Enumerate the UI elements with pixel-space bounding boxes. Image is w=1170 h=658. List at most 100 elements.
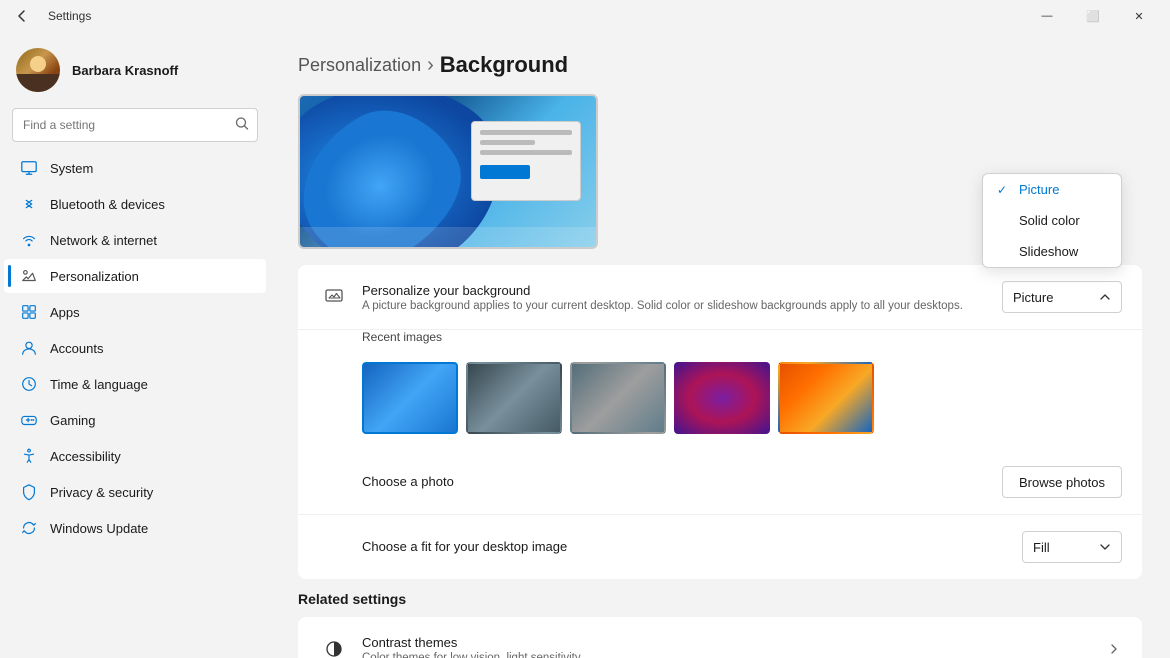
desktop-preview — [298, 94, 598, 249]
sidebar-item-accounts[interactable]: Accounts — [4, 331, 266, 365]
breadcrumb-parent[interactable]: Personalization — [298, 55, 421, 76]
sidebar-item-time-label: Time & language — [50, 377, 148, 392]
personalize-background-desc: A picture background applies to your cur… — [362, 300, 1002, 312]
close-button[interactable]: ✕ — [1116, 0, 1162, 32]
accounts-icon — [20, 339, 38, 357]
username: Barbara Krasnoff — [72, 63, 178, 78]
browse-photos-button[interactable]: Browse photos — [1002, 466, 1122, 498]
window-title: Settings — [48, 9, 91, 23]
sidebar-item-network[interactable]: Network & internet — [4, 223, 266, 257]
dropdown-option-slideshow[interactable]: Slideshow — [983, 236, 1121, 267]
network-icon — [20, 231, 38, 249]
breadcrumb-separator: › — [427, 54, 434, 77]
sidebar-item-system[interactable]: System — [4, 151, 266, 185]
background-type-dropdown-container: Picture ✓ Picture — [1002, 281, 1122, 313]
privacy-icon — [20, 483, 38, 501]
sidebar-item-gaming[interactable]: Gaming — [4, 403, 266, 437]
preview-taskbar — [300, 227, 596, 247]
sidebar-item-time[interactable]: Time & language — [4, 367, 266, 401]
main-content: Personalization › Background — [270, 32, 1170, 658]
thumbnail-3[interactable] — [570, 362, 666, 434]
maximize-button[interactable]: ⬜ — [1070, 0, 1116, 32]
choose-fit-text: Choose a fit for your desktop image — [318, 539, 1022, 556]
sidebar-item-bluetooth[interactable]: Bluetooth & devices — [4, 187, 266, 221]
related-settings-title: Related settings — [298, 591, 1142, 607]
avatar — [16, 48, 60, 92]
minimize-button[interactable]: — — [1024, 0, 1070, 32]
browse-photos-control: Browse photos — [1002, 466, 1122, 498]
fit-dropdown-control: Fill — [1022, 531, 1122, 563]
preview-dialog — [471, 121, 581, 201]
background-type-dropdown[interactable]: Picture — [1002, 281, 1122, 313]
sidebar-item-accounts-label: Accounts — [50, 341, 103, 356]
dialog-line-1 — [480, 130, 572, 135]
preview-wallpaper — [298, 94, 500, 249]
contrast-themes-icon — [318, 633, 350, 658]
dialog-button-mock — [480, 165, 530, 179]
recent-images-row — [298, 350, 1142, 450]
dropdown-option-solid-label: Solid color — [1019, 213, 1080, 228]
personalize-background-row: Personalize your background A picture ba… — [298, 265, 1142, 330]
sidebar-item-update[interactable]: Windows Update — [4, 511, 266, 545]
background-type-dropdown-menu: ✓ Picture Solid color Slideshow — [982, 173, 1122, 268]
check-icon: ✓ — [997, 183, 1011, 197]
chevron-right-icon — [1106, 641, 1122, 657]
chevron-up-icon — [1099, 291, 1111, 303]
personalize-background-title: Personalize your background — [362, 283, 1002, 298]
time-icon — [20, 375, 38, 393]
thumbnail-1[interactable] — [362, 362, 458, 434]
contrast-themes-title: Contrast themes — [362, 635, 1106, 650]
sidebar-item-apps-label: Apps — [50, 305, 80, 320]
back-button[interactable] — [8, 2, 36, 30]
personalization-icon — [20, 267, 38, 285]
fit-dropdown[interactable]: Fill — [1022, 531, 1122, 563]
sidebar-item-network-label: Network & internet — [50, 233, 157, 248]
dropdown-option-solid-color[interactable]: Solid color — [983, 205, 1121, 236]
recent-images-label: Recent images — [298, 330, 1142, 350]
thumbnail-5[interactable] — [778, 362, 874, 434]
contrast-themes-desc: Color themes for low vision, light sensi… — [362, 652, 1106, 658]
contrast-themes-chevron — [1106, 641, 1122, 657]
dropdown-option-picture[interactable]: ✓ Picture — [983, 174, 1121, 205]
accessibility-icon — [20, 447, 38, 465]
choose-photo-label: Choose a photo — [362, 474, 1002, 489]
title-bar-controls: Settings — [8, 2, 91, 30]
related-settings-card: Contrast themes Color themes for low vis… — [298, 617, 1142, 658]
breadcrumb: Personalization › Background — [298, 52, 1142, 78]
sidebar-item-accessibility[interactable]: Accessibility — [4, 439, 266, 473]
dialog-line-2 — [480, 140, 535, 145]
apps-icon — [20, 303, 38, 321]
background-type-control: Picture ✓ Picture — [1002, 281, 1122, 313]
update-icon — [20, 519, 38, 537]
background-settings-card: Personalize your background A picture ba… — [298, 265, 1142, 579]
thumbnail-4[interactable] — [674, 362, 770, 434]
sidebar-item-privacy[interactable]: Privacy & security — [4, 475, 266, 509]
breadcrumb-current: Background — [440, 52, 568, 78]
choose-fit-row: Choose a fit for your desktop image Fill — [298, 515, 1142, 579]
window-controls: — ⬜ ✕ — [1024, 0, 1162, 32]
personalize-background-text: Personalize your background A picture ba… — [362, 283, 1002, 312]
sidebar-item-gaming-label: Gaming — [50, 413, 96, 428]
dropdown-option-slideshow-label: Slideshow — [1019, 244, 1078, 259]
sidebar-item-bluetooth-label: Bluetooth & devices — [50, 197, 165, 212]
search-box — [12, 108, 258, 142]
gaming-icon — [20, 411, 38, 429]
monitor-icon — [20, 159, 38, 177]
user-profile[interactable]: Barbara Krasnoff — [0, 40, 270, 108]
contrast-themes-text: Contrast themes Color themes for low vis… — [362, 635, 1106, 658]
search-input[interactable] — [12, 108, 258, 142]
fit-chevron-down-icon — [1099, 541, 1111, 553]
contrast-themes-row[interactable]: Contrast themes Color themes for low vis… — [298, 617, 1142, 658]
background-row-icon — [318, 281, 350, 313]
sidebar-item-update-label: Windows Update — [50, 521, 148, 536]
title-bar: Settings — ⬜ ✕ — [0, 0, 1170, 32]
dropdown-selected-label: Picture — [1013, 290, 1053, 305]
bluetooth-icon — [20, 195, 38, 213]
sidebar-item-personalization[interactable]: Personalization — [4, 259, 266, 293]
sidebar: Barbara Krasnoff System — [0, 32, 270, 658]
sidebar-item-apps[interactable]: Apps — [4, 295, 266, 329]
dialog-line-3 — [480, 150, 572, 155]
thumbnail-2[interactable] — [466, 362, 562, 434]
choose-photo-text: Choose a photo — [318, 474, 1002, 491]
related-settings-section: Related settings Contrast themes Color t… — [298, 591, 1142, 658]
